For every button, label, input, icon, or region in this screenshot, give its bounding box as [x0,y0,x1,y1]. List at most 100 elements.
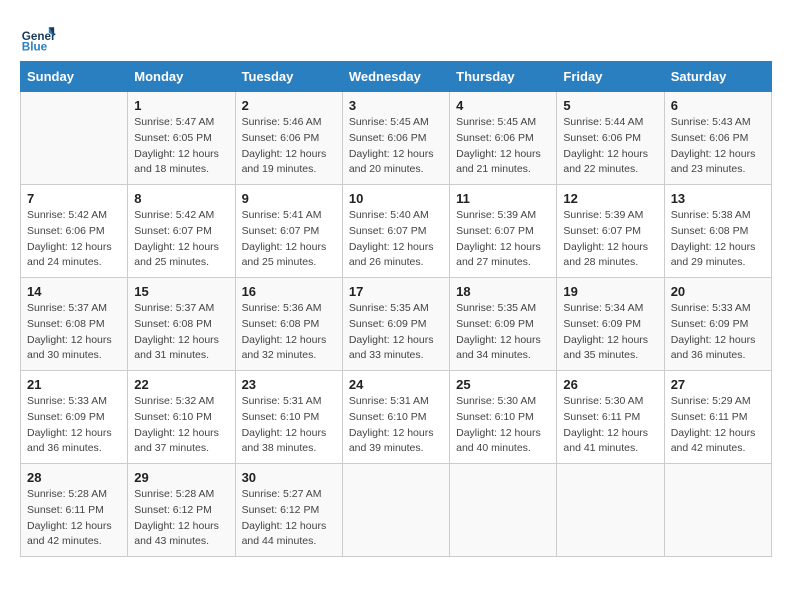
day-info: Sunrise: 5:41 AM Sunset: 6:07 PM Dayligh… [242,208,336,271]
calendar-cell: 21 Sunrise: 5:33 AM Sunset: 6:09 PM Dayli… [21,371,128,464]
calendar-cell: 17 Sunrise: 5:35 AM Sunset: 6:09 PM Dayli… [342,278,449,371]
calendar-cell: 3Sunrise: 5:45 AM Sunset: 6:06 PM Daylig… [342,92,449,185]
calendar-cell: 10 Sunrise: 5:40 AM Sunset: 6:07 PM Dayli… [342,185,449,278]
header-friday: Friday [557,62,664,92]
day-number: 30 [242,470,336,485]
calendar-cell: 2Sunrise: 5:46 AM Sunset: 6:06 PM Daylig… [235,92,342,185]
day-number: 11 [456,191,550,206]
calendar-cell: 12 Sunrise: 5:39 AM Sunset: 6:07 PM Dayli… [557,185,664,278]
calendar-cell: 16 Sunrise: 5:36 AM Sunset: 6:08 PM Dayli… [235,278,342,371]
day-info: Sunrise: 5:34 AM Sunset: 6:09 PM Dayligh… [563,301,657,364]
logo: General Blue [20,20,56,56]
calendar-cell: 22 Sunrise: 5:32 AM Sunset: 6:10 PM Dayli… [128,371,235,464]
calendar-header-row: SundayMondayTuesdayWednesdayThursdayFrid… [21,62,772,92]
day-number: 27 [671,377,765,392]
day-info: Sunrise: 5:45 AM Sunset: 6:06 PM Dayligh… [349,115,443,178]
calendar-cell: 30Sunrise: 5:27 AM Sunset: 6:12 PM Dayli… [235,464,342,557]
day-info: Sunrise: 5:35 AM Sunset: 6:09 PM Dayligh… [349,301,443,364]
week-row-1: 1 Sunrise: 5:47 AM Sunset: 6:05 PM Daylig… [21,92,772,185]
day-info: Sunrise: 5:28 AM Sunset: 6:12 PM Dayligh… [134,487,228,550]
day-info: Sunrise: 5:47 AM Sunset: 6:05 PM Dayligh… [134,115,228,178]
day-number: 8 [134,191,228,206]
day-info: Sunrise: 5:31 AM Sunset: 6:10 PM Dayligh… [242,394,336,457]
calendar-cell [664,464,771,557]
day-number: 7 [27,191,121,206]
calendar-cell: 25 Sunrise: 5:30 AM Sunset: 6:10 PM Dayli… [450,371,557,464]
calendar-cell: 5 Sunrise: 5:44 AM Sunset: 6:06 PM Daylig… [557,92,664,185]
day-info: Sunrise: 5:39 AM Sunset: 6:07 PM Dayligh… [456,208,550,271]
header-wednesday: Wednesday [342,62,449,92]
calendar-cell: 14 Sunrise: 5:37 AM Sunset: 6:08 PM Dayli… [21,278,128,371]
day-number: 29 [134,470,228,485]
day-number: 4 [456,98,550,113]
day-number: 14 [27,284,121,299]
header-sunday: Sunday [21,62,128,92]
day-info: Sunrise: 5:42 AM Sunset: 6:07 PM Dayligh… [134,208,228,271]
day-number: 15 [134,284,228,299]
calendar-cell: 27 Sunrise: 5:29 AM Sunset: 6:11 PM Dayli… [664,371,771,464]
day-number: 23 [242,377,336,392]
calendar-cell: 1 Sunrise: 5:47 AM Sunset: 6:05 PM Daylig… [128,92,235,185]
calendar-table: SundayMondayTuesdayWednesdayThursdayFrid… [20,61,772,557]
day-number: 25 [456,377,550,392]
day-info: Sunrise: 5:31 AM Sunset: 6:10 PM Dayligh… [349,394,443,457]
calendar-cell: 11 Sunrise: 5:39 AM Sunset: 6:07 PM Dayli… [450,185,557,278]
day-info: Sunrise: 5:33 AM Sunset: 6:09 PM Dayligh… [671,301,765,364]
day-info: Sunrise: 5:42 AM Sunset: 6:06 PM Dayligh… [27,208,121,271]
calendar-cell: 13 Sunrise: 5:38 AM Sunset: 6:08 PM Dayli… [664,185,771,278]
day-number: 21 [27,377,121,392]
day-info: Sunrise: 5:36 AM Sunset: 6:08 PM Dayligh… [242,301,336,364]
calendar-cell: 28 Sunrise: 5:28 AM Sunset: 6:11 PM Dayli… [21,464,128,557]
day-number: 2 [242,98,336,113]
calendar-cell: 29 Sunrise: 5:28 AM Sunset: 6:12 PM Dayli… [128,464,235,557]
calendar-cell [557,464,664,557]
week-row-3: 14 Sunrise: 5:37 AM Sunset: 6:08 PM Dayli… [21,278,772,371]
calendar-cell [342,464,449,557]
day-info: Sunrise: 5:30 AM Sunset: 6:10 PM Dayligh… [456,394,550,457]
day-info: Sunrise: 5:39 AM Sunset: 6:07 PM Dayligh… [563,208,657,271]
day-number: 10 [349,191,443,206]
day-number: 12 [563,191,657,206]
day-number: 22 [134,377,228,392]
calendar-cell: 7 Sunrise: 5:42 AM Sunset: 6:06 PM Daylig… [21,185,128,278]
calendar-cell: 9 Sunrise: 5:41 AM Sunset: 6:07 PM Daylig… [235,185,342,278]
header-tuesday: Tuesday [235,62,342,92]
day-number: 19 [563,284,657,299]
day-number: 9 [242,191,336,206]
day-number: 16 [242,284,336,299]
page-header: General Blue [20,20,772,56]
calendar-cell: 6 Sunrise: 5:43 AM Sunset: 6:06 PM Daylig… [664,92,771,185]
day-number: 28 [27,470,121,485]
calendar-cell: 8 Sunrise: 5:42 AM Sunset: 6:07 PM Daylig… [128,185,235,278]
day-info: Sunrise: 5:44 AM Sunset: 6:06 PM Dayligh… [563,115,657,178]
day-number: 5 [563,98,657,113]
day-info: Sunrise: 5:32 AM Sunset: 6:10 PM Dayligh… [134,394,228,457]
day-number: 1 [134,98,228,113]
day-number: 17 [349,284,443,299]
day-info: Sunrise: 5:28 AM Sunset: 6:11 PM Dayligh… [27,487,121,550]
calendar-cell: 20 Sunrise: 5:33 AM Sunset: 6:09 PM Dayli… [664,278,771,371]
week-row-4: 21 Sunrise: 5:33 AM Sunset: 6:09 PM Dayli… [21,371,772,464]
calendar-cell: 4 Sunrise: 5:45 AM Sunset: 6:06 PM Daylig… [450,92,557,185]
day-info: Sunrise: 5:38 AM Sunset: 6:08 PM Dayligh… [671,208,765,271]
calendar-cell: 24Sunrise: 5:31 AM Sunset: 6:10 PM Dayli… [342,371,449,464]
day-number: 6 [671,98,765,113]
day-info: Sunrise: 5:40 AM Sunset: 6:07 PM Dayligh… [349,208,443,271]
day-info: Sunrise: 5:29 AM Sunset: 6:11 PM Dayligh… [671,394,765,457]
day-info: Sunrise: 5:30 AM Sunset: 6:11 PM Dayligh… [563,394,657,457]
calendar-cell: 18Sunrise: 5:35 AM Sunset: 6:09 PM Dayli… [450,278,557,371]
day-info: Sunrise: 5:33 AM Sunset: 6:09 PM Dayligh… [27,394,121,457]
calendar-cell: 23 Sunrise: 5:31 AM Sunset: 6:10 PM Dayli… [235,371,342,464]
day-number: 18 [456,284,550,299]
day-info: Sunrise: 5:43 AM Sunset: 6:06 PM Dayligh… [671,115,765,178]
day-info: Sunrise: 5:37 AM Sunset: 6:08 PM Dayligh… [27,301,121,364]
header-thursday: Thursday [450,62,557,92]
day-number: 13 [671,191,765,206]
header-monday: Monday [128,62,235,92]
day-number: 20 [671,284,765,299]
week-row-5: 28 Sunrise: 5:28 AM Sunset: 6:11 PM Dayli… [21,464,772,557]
calendar-cell [21,92,128,185]
day-info: Sunrise: 5:37 AM Sunset: 6:08 PM Dayligh… [134,301,228,364]
calendar-cell: 15 Sunrise: 5:37 AM Sunset: 6:08 PM Dayli… [128,278,235,371]
day-info: Sunrise: 5:45 AM Sunset: 6:06 PM Dayligh… [456,115,550,178]
